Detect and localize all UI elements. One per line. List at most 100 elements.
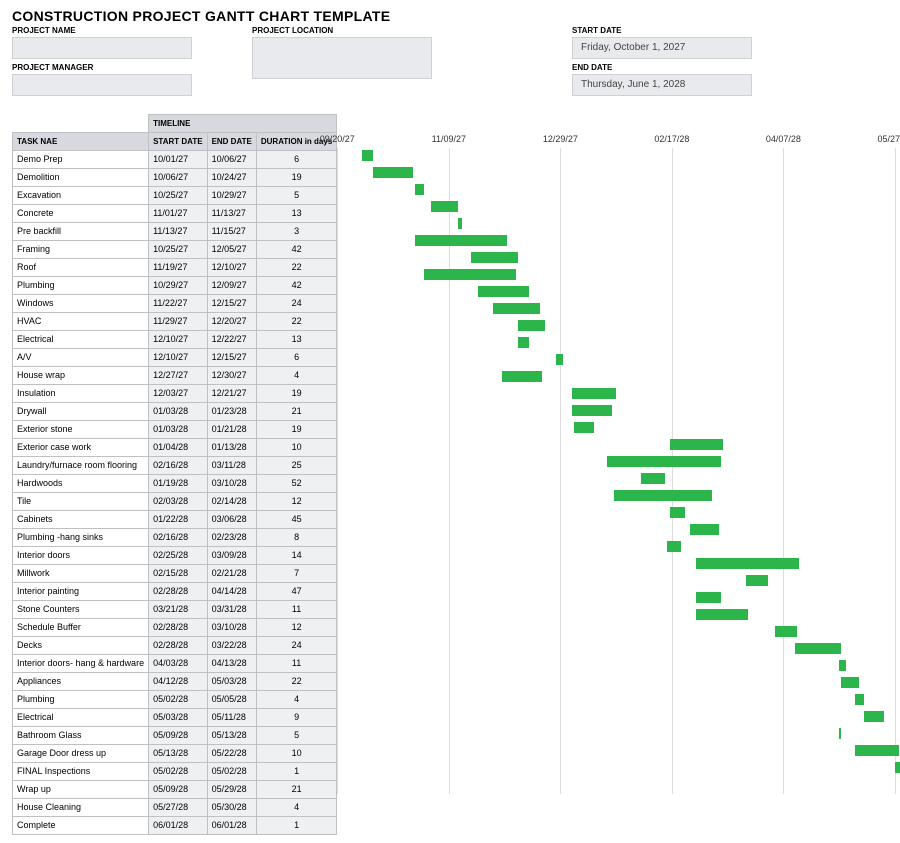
task-end-cell[interactable]: 02/14/28 (207, 493, 256, 511)
task-dur-cell[interactable]: 22 (256, 313, 336, 331)
task-end-cell[interactable]: 11/13/27 (207, 205, 256, 223)
gantt-bar[interactable] (670, 439, 724, 450)
task-start-cell[interactable]: 11/13/27 (149, 223, 207, 241)
task-end-cell[interactable]: 03/10/28 (207, 475, 256, 493)
task-name-cell[interactable]: Schedule Buffer (13, 619, 149, 637)
task-name-cell[interactable]: Windows (13, 295, 149, 313)
task-dur-cell[interactable]: 5 (256, 727, 336, 745)
task-dur-cell[interactable]: 12 (256, 619, 336, 637)
gantt-bar[interactable] (572, 388, 617, 399)
task-dur-cell[interactable]: 6 (256, 151, 336, 169)
task-dur-cell[interactable]: 19 (256, 385, 336, 403)
task-dur-cell[interactable]: 11 (256, 601, 336, 619)
task-name-cell[interactable]: Tile (13, 493, 149, 511)
task-start-cell[interactable]: 05/02/28 (149, 763, 207, 781)
task-start-cell[interactable]: 01/04/28 (149, 439, 207, 457)
gantt-bar[interactable] (556, 354, 563, 365)
task-start-cell[interactable]: 01/22/28 (149, 511, 207, 529)
task-start-cell[interactable]: 02/03/28 (149, 493, 207, 511)
task-name-cell[interactable]: Concrete (13, 205, 149, 223)
task-dur-cell[interactable]: 13 (256, 205, 336, 223)
task-name-cell[interactable]: House wrap (13, 367, 149, 385)
gantt-bar[interactable] (696, 558, 799, 569)
task-name-cell[interactable]: Complete (13, 817, 149, 835)
task-name-cell[interactable]: HVAC (13, 313, 149, 331)
task-end-cell[interactable]: 01/21/28 (207, 421, 256, 439)
task-dur-cell[interactable]: 19 (256, 169, 336, 187)
task-name-cell[interactable]: Garage Door dress up (13, 745, 149, 763)
gantt-bar[interactable] (795, 643, 842, 654)
task-start-cell[interactable]: 05/03/28 (149, 709, 207, 727)
task-end-cell[interactable]: 03/11/28 (207, 457, 256, 475)
task-end-cell[interactable]: 05/30/28 (207, 799, 256, 817)
task-start-cell[interactable]: 02/28/28 (149, 637, 207, 655)
task-name-cell[interactable]: Demolition (13, 169, 149, 187)
task-start-cell[interactable]: 10/01/27 (149, 151, 207, 169)
task-name-cell[interactable]: Appliances (13, 673, 149, 691)
task-start-cell[interactable]: 01/03/28 (149, 421, 207, 439)
task-name-cell[interactable]: Drywall (13, 403, 149, 421)
task-name-cell[interactable]: Electrical (13, 331, 149, 349)
task-start-cell[interactable]: 02/16/28 (149, 457, 207, 475)
task-name-cell[interactable]: Hardwoods (13, 475, 149, 493)
task-start-cell[interactable]: 11/22/27 (149, 295, 207, 313)
gantt-bar[interactable] (493, 303, 540, 314)
task-name-cell[interactable]: House Cleaning (13, 799, 149, 817)
gantt-bar[interactable] (696, 592, 721, 603)
task-dur-cell[interactable]: 19 (256, 421, 336, 439)
task-name-cell[interactable]: Cabinets (13, 511, 149, 529)
task-name-cell[interactable]: Excavation (13, 187, 149, 205)
task-dur-cell[interactable]: 21 (256, 403, 336, 421)
task-start-cell[interactable]: 04/12/28 (149, 673, 207, 691)
task-dur-cell[interactable]: 42 (256, 241, 336, 259)
task-name-cell[interactable]: Insulation (13, 385, 149, 403)
task-dur-cell[interactable]: 42 (256, 277, 336, 295)
task-start-cell[interactable]: 02/28/28 (149, 619, 207, 637)
task-start-cell[interactable]: 05/13/28 (149, 745, 207, 763)
task-dur-cell[interactable]: 24 (256, 637, 336, 655)
task-dur-cell[interactable]: 4 (256, 367, 336, 385)
task-name-cell[interactable]: Decks (13, 637, 149, 655)
task-dur-cell[interactable]: 10 (256, 745, 336, 763)
task-name-cell[interactable]: Pre backfill (13, 223, 149, 241)
task-end-cell[interactable]: 01/13/28 (207, 439, 256, 457)
task-end-cell[interactable]: 03/10/28 (207, 619, 256, 637)
project-name-input[interactable] (12, 37, 192, 59)
task-dur-cell[interactable]: 47 (256, 583, 336, 601)
gantt-bar[interactable] (696, 609, 747, 620)
task-end-cell[interactable]: 10/24/27 (207, 169, 256, 187)
task-start-cell[interactable]: 04/03/28 (149, 655, 207, 673)
task-start-cell[interactable]: 10/25/27 (149, 187, 207, 205)
task-name-cell[interactable]: Stone Counters (13, 601, 149, 619)
task-dur-cell[interactable]: 24 (256, 295, 336, 313)
task-end-cell[interactable]: 02/21/28 (207, 565, 256, 583)
task-start-cell[interactable]: 12/27/27 (149, 367, 207, 385)
task-start-cell[interactable]: 12/10/27 (149, 331, 207, 349)
task-end-cell[interactable]: 03/22/28 (207, 637, 256, 655)
task-name-cell[interactable]: Wrap up (13, 781, 149, 799)
project-location-input[interactable] (252, 37, 432, 79)
task-end-cell[interactable]: 12/05/27 (207, 241, 256, 259)
task-dur-cell[interactable]: 14 (256, 547, 336, 565)
task-name-cell[interactable]: FINAL Inspections (13, 763, 149, 781)
gantt-bar[interactable] (502, 371, 542, 382)
task-start-cell[interactable]: 02/15/28 (149, 565, 207, 583)
task-start-cell[interactable]: 11/01/27 (149, 205, 207, 223)
task-name-cell[interactable]: Plumbing (13, 691, 149, 709)
task-dur-cell[interactable]: 12 (256, 493, 336, 511)
task-name-cell[interactable]: Plumbing (13, 277, 149, 295)
task-start-cell[interactable]: 05/02/28 (149, 691, 207, 709)
task-start-cell[interactable]: 10/29/27 (149, 277, 207, 295)
gantt-bar[interactable] (458, 218, 462, 229)
gantt-bar[interactable] (424, 269, 515, 280)
gantt-bar[interactable] (667, 541, 680, 552)
gantt-bar[interactable] (431, 201, 458, 212)
task-dur-cell[interactable]: 11 (256, 655, 336, 673)
project-manager-input[interactable] (12, 74, 192, 96)
task-end-cell[interactable]: 03/06/28 (207, 511, 256, 529)
task-dur-cell[interactable]: 6 (256, 349, 336, 367)
gantt-bar[interactable] (607, 456, 721, 467)
task-end-cell[interactable]: 10/29/27 (207, 187, 256, 205)
task-end-cell[interactable]: 06/01/28 (207, 817, 256, 835)
task-end-cell[interactable]: 12/21/27 (207, 385, 256, 403)
